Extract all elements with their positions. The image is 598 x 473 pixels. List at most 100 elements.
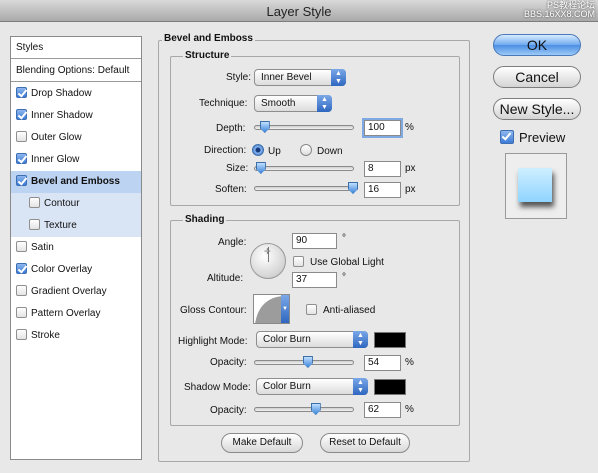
- updown-arrow-icon: ▲ ▼: [353, 331, 368, 348]
- style-checkbox[interactable]: [16, 285, 27, 296]
- style-checkbox[interactable]: [16, 131, 27, 142]
- style-checkbox[interactable]: [16, 263, 27, 274]
- technique-select-value: Smooth: [261, 98, 296, 109]
- shadow-opacity-unit: %: [405, 404, 414, 415]
- soften-unit: px: [405, 184, 416, 195]
- depth-slider[interactable]: [254, 121, 354, 133]
- gloss-contour-label: Gloss Contour:: [180, 305, 247, 316]
- direction-down-label: Down: [317, 146, 343, 157]
- preview-thumbnail: [505, 153, 567, 219]
- preview-swatch: [518, 168, 552, 202]
- style-checkbox[interactable]: [29, 219, 40, 230]
- style-checkbox[interactable]: [16, 307, 27, 318]
- style-item-texture[interactable]: Texture: [11, 215, 141, 237]
- direction-up-label: Up: [268, 146, 281, 157]
- preview-checkbox[interactable]: [500, 130, 514, 144]
- style-checkbox[interactable]: [29, 197, 40, 208]
- style-item-pattern-overlay[interactable]: Pattern Overlay: [11, 303, 141, 325]
- size-unit: px: [405, 163, 416, 174]
- style-item-drop-shadow[interactable]: Drop Shadow: [11, 83, 141, 105]
- window-title: Layer Style: [266, 4, 332, 19]
- highlight-opacity-label: Opacity:: [210, 357, 247, 368]
- styles-list: Styles Blending Options: Default Drop Sh…: [10, 36, 142, 460]
- soften-field[interactable]: 16: [364, 182, 401, 198]
- style-select[interactable]: Inner Bevel ▲ ▼: [254, 69, 346, 86]
- cancel-button[interactable]: Cancel: [493, 66, 581, 88]
- style-item-label: Bevel and Emboss: [31, 176, 120, 187]
- direction-label: Direction:: [204, 145, 247, 156]
- style-item-satin[interactable]: Satin: [11, 237, 141, 259]
- technique-select[interactable]: Smooth ▲ ▼: [254, 95, 332, 112]
- style-item-label: Contour: [44, 198, 80, 209]
- style-item-contour[interactable]: Contour: [11, 193, 141, 215]
- highlight-opacity-field[interactable]: 54: [364, 355, 401, 371]
- style-item-inner-shadow[interactable]: Inner Shadow: [11, 105, 141, 127]
- use-global-light-checkbox[interactable]: [293, 256, 304, 267]
- use-global-light-label: Use Global Light: [310, 257, 384, 268]
- style-item-label: Inner Shadow: [31, 110, 93, 121]
- altitude-label: Altitude:: [207, 273, 244, 284]
- highlight-opacity-unit: %: [405, 357, 414, 368]
- style-item-label: Drop Shadow: [31, 88, 92, 99]
- technique-label: Technique:: [199, 98, 248, 109]
- highlight-mode-label: Highlight Mode:: [178, 336, 248, 347]
- watermark-line2: BBS.16XX8.COM: [523, 9, 595, 19]
- style-checkbox[interactable]: [16, 153, 27, 164]
- style-checkbox[interactable]: [16, 109, 27, 120]
- size-label: Size:: [226, 163, 249, 174]
- size-slider[interactable]: [254, 162, 354, 174]
- anti-aliased-label: Anti-aliased: [323, 305, 376, 316]
- watermark: PS教程论坛 BBS.16XX8.COM: [524, 1, 595, 19]
- depth-field[interactable]: 100: [362, 118, 403, 138]
- style-item-stroke[interactable]: Stroke: [11, 325, 141, 347]
- depth-label: Depth:: [216, 123, 246, 134]
- make-default-button[interactable]: Make Default: [221, 433, 303, 453]
- shading-group: [170, 220, 460, 426]
- shadow-opacity-slider[interactable]: [254, 403, 354, 415]
- new-style-button[interactable]: New Style...: [493, 98, 581, 120]
- shadow-color-swatch[interactable]: [374, 379, 406, 395]
- style-checkbox[interactable]: [16, 329, 27, 340]
- styles-header[interactable]: Styles: [11, 37, 141, 59]
- ok-button[interactable]: OK: [493, 34, 581, 56]
- style-item-inner-glow[interactable]: Inner Glow: [11, 149, 141, 171]
- altitude-degree: °: [342, 272, 346, 283]
- gloss-contour-picker[interactable]: ▼: [253, 294, 290, 324]
- shadow-mode-value: Color Burn: [263, 381, 311, 392]
- style-item-label: Outer Glow: [31, 132, 82, 143]
- style-checkbox[interactable]: [16, 87, 27, 98]
- soften-slider[interactable]: [254, 182, 358, 194]
- blending-options[interactable]: Blending Options: Default: [11, 60, 141, 82]
- angle-degree: °: [342, 233, 346, 244]
- style-label: Style:: [226, 72, 252, 83]
- style-item-label: Satin: [31, 242, 54, 253]
- size-field[interactable]: 8: [364, 161, 401, 177]
- style-item-label: Color Overlay: [31, 264, 93, 275]
- altitude-field[interactable]: 37: [292, 272, 337, 288]
- highlight-mode-value: Color Burn: [263, 334, 311, 345]
- style-item-bevel-and-emboss[interactable]: Bevel and Emboss: [11, 171, 141, 193]
- angle-field[interactable]: 90: [292, 233, 337, 249]
- style-item-gradient-overlay[interactable]: Gradient Overlay: [11, 281, 141, 303]
- direction-up-radio[interactable]: [252, 144, 264, 156]
- updown-arrow-icon: ▲ ▼: [331, 69, 346, 86]
- highlight-color-swatch[interactable]: [374, 332, 406, 348]
- style-checkbox[interactable]: [16, 241, 27, 252]
- style-select-value: Inner Bevel: [261, 72, 312, 83]
- dropdown-arrow-icon: ▼: [281, 295, 289, 323]
- angle-dial[interactable]: ✛: [250, 243, 286, 279]
- shadow-mode-select[interactable]: Color Burn ▲ ▼: [256, 378, 368, 395]
- anti-aliased-checkbox[interactable]: [306, 304, 317, 315]
- contour-curve-icon: [255, 296, 283, 323]
- highlight-opacity-slider[interactable]: [254, 356, 354, 368]
- shadow-opacity-field[interactable]: 62: [364, 402, 401, 418]
- highlight-mode-select[interactable]: Color Burn ▲ ▼: [256, 331, 368, 348]
- direction-down-radio[interactable]: [300, 144, 312, 156]
- crosshair-icon: ✛: [264, 247, 271, 256]
- style-item-outer-glow[interactable]: Outer Glow: [11, 127, 141, 149]
- updown-arrow-icon: ▲ ▼: [353, 378, 368, 395]
- style-checkbox[interactable]: [16, 175, 27, 186]
- style-item-label: Pattern Overlay: [31, 308, 101, 319]
- reset-to-default-button[interactable]: Reset to Default: [320, 433, 410, 453]
- style-item-color-overlay[interactable]: Color Overlay: [11, 259, 141, 281]
